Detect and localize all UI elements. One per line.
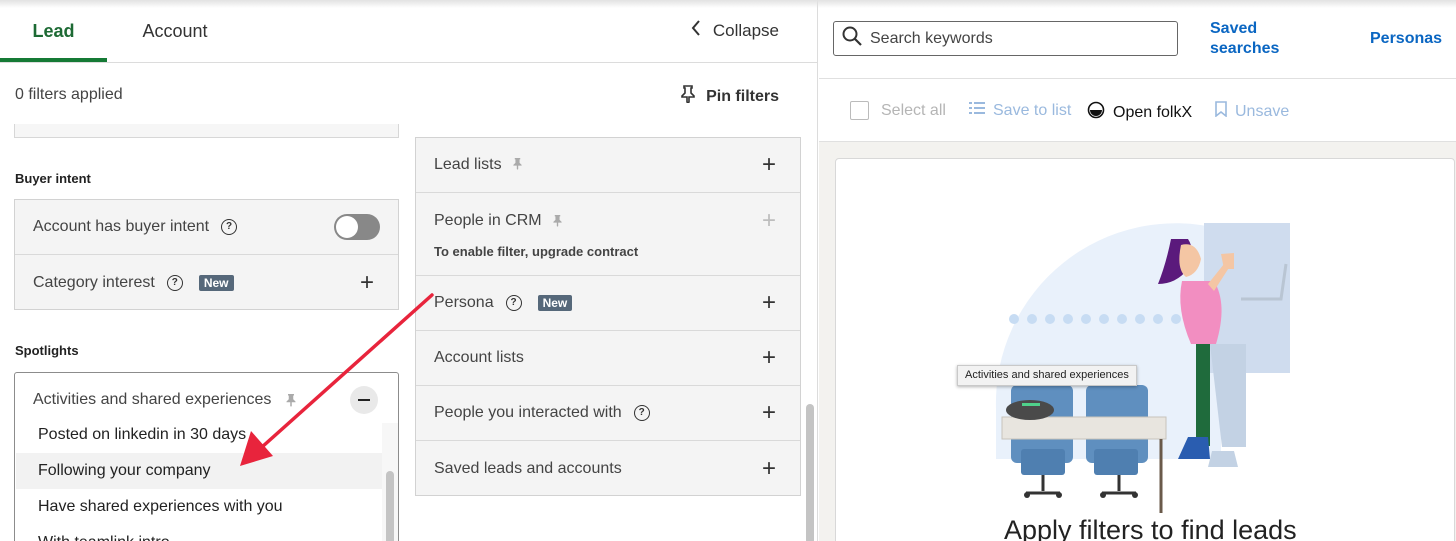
help-icon[interactable]: ? bbox=[633, 405, 650, 421]
filter-label: Persona bbox=[434, 294, 494, 311]
option-teamlink-intro[interactable]: With teamlink intro bbox=[16, 525, 382, 541]
scrollbar-track[interactable] bbox=[382, 423, 398, 541]
empty-state-card: Apply filters to find leads bbox=[835, 158, 1455, 541]
filter-label: Lead lists bbox=[434, 156, 502, 173]
filters-card-middle: Lead lists + People in CRM + To enable f… bbox=[415, 137, 801, 496]
list-icon bbox=[969, 101, 985, 120]
divider bbox=[0, 62, 818, 63]
plus-icon: + bbox=[761, 207, 776, 234]
empty-state-title: Apply filters to find leads bbox=[1004, 515, 1297, 541]
filter-row-people-interacted[interactable]: People you interacted with ? + bbox=[416, 386, 800, 441]
search-box[interactable] bbox=[833, 21, 1178, 56]
pin-filters-label: Pin filters bbox=[706, 87, 779, 105]
pin-icon bbox=[552, 214, 563, 230]
new-badge: New bbox=[198, 274, 234, 291]
upgrade-note: To enable filter, upgrade contract bbox=[434, 244, 639, 259]
filter-row-category-interest[interactable]: Category interest ? New + bbox=[15, 255, 398, 310]
bookmark-icon bbox=[1215, 101, 1227, 122]
help-icon[interactable]: ? bbox=[166, 274, 183, 291]
results-toolbar: Select all Save to list Open folkX Unsav… bbox=[819, 79, 1456, 141]
filter-row-persona[interactable]: Persona ? New + bbox=[416, 276, 800, 331]
option-shared-experiences[interactable]: Have shared experiences with you bbox=[16, 489, 382, 525]
panel-scrollbar-thumb[interactable] bbox=[806, 404, 814, 541]
tooltip: Activities and shared experiences bbox=[957, 365, 1137, 386]
spotlight-filter-label[interactable]: Activities and shared experiences bbox=[33, 391, 271, 409]
filter-row-saved-leads[interactable]: Saved leads and accounts + bbox=[416, 441, 800, 496]
plus-icon[interactable]: + bbox=[762, 153, 776, 177]
filter-label: Category interest bbox=[33, 273, 155, 291]
save-to-list-button[interactable]: Save to list bbox=[969, 101, 1071, 120]
personas-link[interactable]: Personas bbox=[1370, 30, 1442, 48]
pin-icon[interactable] bbox=[512, 157, 523, 173]
plus-icon[interactable]: + bbox=[762, 291, 776, 315]
buyer-intent-card: Account has buyer intent ? Category inte… bbox=[14, 199, 399, 310]
pin-filters-button[interactable]: Pin filters bbox=[680, 85, 779, 108]
chevron-left-icon bbox=[691, 20, 701, 41]
filter-label: People you interacted with bbox=[434, 404, 622, 421]
unsave-button[interactable]: Unsave bbox=[1215, 101, 1289, 122]
saved-searches-link[interactable]: Saved searches bbox=[1210, 19, 1279, 59]
section-title-spotlights: Spotlights bbox=[15, 343, 79, 358]
open-folkx-label: Open folkX bbox=[1113, 103, 1193, 121]
filters-applied-count: 0 filters applied bbox=[15, 86, 123, 103]
toggle-knob bbox=[336, 216, 358, 238]
plus-icon[interactable]: + bbox=[360, 270, 374, 295]
select-all-checkbox[interactable]: Select all bbox=[850, 101, 946, 120]
help-icon[interactable]: ? bbox=[221, 219, 238, 235]
spotlights-card: Activities and shared experiences Posted… bbox=[14, 372, 399, 541]
help-icon[interactable]: ? bbox=[505, 295, 522, 311]
select-all-label: Select all bbox=[881, 101, 946, 119]
top-shadow bbox=[0, 0, 1456, 8]
buyer-intent-toggle[interactable] bbox=[334, 214, 380, 240]
filter-label: Saved leads and accounts bbox=[434, 459, 622, 477]
filter-label: Account has buyer intent bbox=[33, 218, 210, 235]
tab-lead[interactable]: Lead bbox=[0, 0, 107, 62]
results-panel: Saved searches Personas Select all Save … bbox=[819, 0, 1456, 541]
plus-icon[interactable]: + bbox=[762, 346, 776, 370]
saved-searches-line-1: Saved bbox=[1210, 20, 1258, 37]
pin-icon bbox=[680, 85, 696, 108]
new-badge: New bbox=[537, 295, 573, 311]
saved-searches-line-2: searches bbox=[1210, 40, 1280, 57]
sales-navigator-screen: Lead Account Collapse 0 filters applied … bbox=[0, 0, 1456, 541]
filter-panel: Lead Account Collapse 0 filters applied … bbox=[0, 0, 818, 541]
search-input[interactable] bbox=[870, 29, 1160, 48]
section-title-buyer-intent: Buyer intent bbox=[15, 171, 91, 186]
empty-state-illustration bbox=[995, 223, 1290, 513]
collapse-button[interactable]: Collapse bbox=[691, 20, 779, 41]
option-following-your-company[interactable]: Following your company bbox=[16, 453, 382, 489]
checkbox-icon bbox=[850, 101, 869, 120]
filter-card-partial bbox=[14, 124, 399, 138]
filter-label: People in CRM bbox=[434, 212, 542, 229]
filter-row-account-buyer-intent[interactable]: Account has buyer intent ? bbox=[15, 200, 398, 255]
unsave-label: Unsave bbox=[1235, 102, 1290, 120]
collapse-label: Collapse bbox=[712, 20, 779, 40]
plus-icon[interactable]: + bbox=[762, 401, 776, 425]
search-icon bbox=[842, 26, 862, 51]
save-to-list-label: Save to list bbox=[993, 101, 1072, 119]
option-posted-on-linkedin[interactable]: Posted on linkedin in 30 days bbox=[16, 417, 382, 453]
plus-icon[interactable]: + bbox=[762, 456, 776, 481]
filter-row-people-in-crm: People in CRM + To enable filter, upgrad… bbox=[416, 193, 800, 276]
filter-label: Account lists bbox=[434, 349, 524, 366]
filter-row-lead-lists[interactable]: Lead lists + bbox=[416, 138, 800, 193]
spotlight-options-list: Posted on linkedin in 30 days Following … bbox=[16, 423, 398, 541]
pin-icon[interactable] bbox=[285, 393, 297, 412]
folkx-icon bbox=[1087, 101, 1105, 124]
tab-account[interactable]: Account bbox=[107, 0, 243, 62]
open-folkx-button[interactable]: Open folkX bbox=[1087, 101, 1192, 124]
scrollbar-thumb[interactable] bbox=[386, 471, 394, 541]
collapse-filter-button[interactable] bbox=[350, 386, 378, 414]
filter-row-account-lists[interactable]: Account lists + bbox=[416, 331, 800, 386]
